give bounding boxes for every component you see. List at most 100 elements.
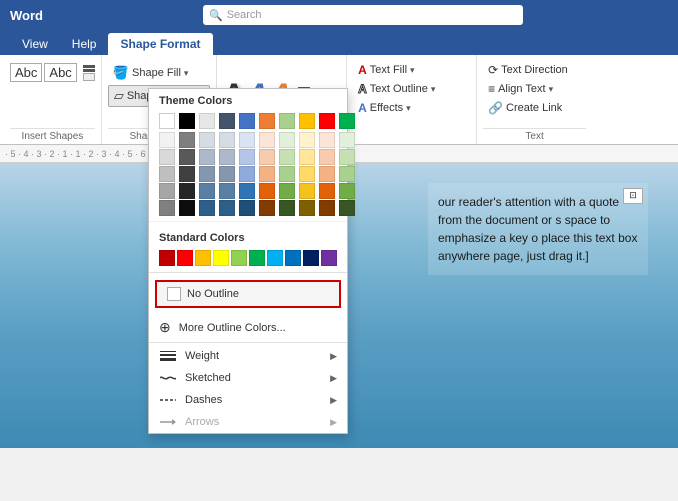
text-fill-arrow: ▾ [410, 65, 415, 76]
text-section: A Text Fill ▾ A Text Outline ▾ A Effects… [347, 55, 477, 144]
shade-swatch[interactable] [179, 200, 195, 216]
shade-swatch[interactable] [159, 200, 175, 216]
shade-swatch[interactable] [259, 166, 275, 182]
shade-swatch[interactable] [299, 132, 315, 148]
shade-swatch[interactable] [159, 183, 175, 199]
theme-color-swatch[interactable] [259, 113, 275, 129]
text-outline-btn[interactable]: A Text Outline ▾ [353, 80, 440, 98]
shade-swatch[interactable] [319, 132, 335, 148]
shade-swatch[interactable] [279, 200, 295, 216]
shape-fill-icon: 🪣 [113, 65, 129, 81]
text-direction-btn[interactable]: ⟳ Text Direction [483, 61, 573, 79]
text-box-handle[interactable]: ⊡ [623, 188, 643, 204]
shade-swatch[interactable] [219, 149, 235, 165]
shade-swatch[interactable] [219, 200, 235, 216]
standard-color-swatch[interactable] [231, 250, 247, 266]
shade-swatch[interactable] [339, 149, 355, 165]
theme-color-swatch[interactable] [219, 113, 235, 129]
shade-swatch[interactable] [279, 166, 295, 182]
shade-swatch[interactable] [219, 132, 235, 148]
arrows-item[interactable]: Arrows ▶ [149, 411, 347, 433]
theme-color-swatch[interactable] [239, 113, 255, 129]
text-box[interactable]: ⊡ our reader's attention with a quote fr… [428, 183, 648, 275]
theme-color-swatch[interactable] [319, 113, 335, 129]
more-outline-colors-item[interactable]: ⊕ More Outline Colors... [149, 315, 347, 340]
sketched-item[interactable]: Sketched ▶ [149, 367, 347, 389]
shade-swatch[interactable] [339, 183, 355, 199]
no-outline-btn[interactable]: No Outline [155, 280, 341, 308]
shade-swatch[interactable] [259, 200, 275, 216]
shade-swatch[interactable] [159, 166, 175, 182]
shade-swatch[interactable] [159, 149, 175, 165]
scroll-expand[interactable] [83, 73, 95, 81]
shade-swatch[interactable] [339, 200, 355, 216]
shade-swatch[interactable] [279, 132, 295, 148]
text-fill-btn[interactable]: A Text Fill ▾ [353, 61, 419, 79]
shade-swatch[interactable] [259, 132, 275, 148]
shade-swatch[interactable] [259, 183, 275, 199]
standard-color-swatch[interactable] [249, 250, 265, 266]
scroll-down[interactable] [83, 69, 95, 72]
text-effects-btn[interactable]: A Effects ▾ [353, 99, 416, 117]
dashes-item[interactable]: Dashes ▶ [149, 389, 347, 411]
shade-swatch[interactable] [239, 166, 255, 182]
align-text-btn[interactable]: ≡ Align Text ▾ [483, 80, 558, 98]
shade-swatch[interactable] [299, 149, 315, 165]
shade-swatch[interactable] [219, 166, 235, 182]
shade-swatch[interactable] [279, 183, 295, 199]
standard-color-swatch[interactable] [195, 250, 211, 266]
shade-swatch[interactable] [179, 132, 195, 148]
standard-color-swatch[interactable] [159, 250, 175, 266]
shade-swatch[interactable] [159, 132, 175, 148]
tab-shape-format[interactable]: Shape Format [108, 33, 212, 55]
shade-swatch[interactable] [199, 183, 215, 199]
shade-swatch[interactable] [319, 166, 335, 182]
theme-color-swatch[interactable] [199, 113, 215, 129]
shade-swatch[interactable] [299, 166, 315, 182]
shape-fill-btn[interactable]: 🪣 Shape Fill ▾ [108, 63, 194, 83]
standard-color-swatch[interactable] [321, 250, 337, 266]
shade-swatch[interactable] [219, 183, 235, 199]
shade-swatch[interactable] [179, 166, 195, 182]
search-placeholder: Search [227, 9, 262, 21]
shade-swatch[interactable] [339, 132, 355, 148]
shade-swatch[interactable] [199, 200, 215, 216]
theme-color-swatch[interactable] [159, 113, 175, 129]
scroll-up[interactable] [83, 65, 95, 68]
shade-swatch[interactable] [299, 183, 315, 199]
theme-colors-title: Theme Colors [149, 89, 347, 111]
standard-color-swatch[interactable] [177, 250, 193, 266]
search-box[interactable]: 🔍 Search [203, 5, 523, 25]
shade-swatch[interactable] [199, 166, 215, 182]
shade-swatch[interactable] [259, 149, 275, 165]
shade-swatch[interactable] [199, 132, 215, 148]
standard-color-swatch[interactable] [213, 250, 229, 266]
theme-color-swatch[interactable] [299, 113, 315, 129]
standard-color-swatch[interactable] [285, 250, 301, 266]
theme-color-swatch[interactable] [179, 113, 195, 129]
shade-swatch[interactable] [319, 149, 335, 165]
create-link-btn[interactable]: 🔗 Create Link [483, 99, 567, 117]
tab-help[interactable]: Help [60, 33, 109, 55]
weight-item[interactable]: Weight ▶ [149, 345, 347, 367]
shade-swatch[interactable] [319, 200, 335, 216]
shade-swatch[interactable] [239, 200, 255, 216]
shade-swatch[interactable] [299, 200, 315, 216]
shade-swatch[interactable] [179, 183, 195, 199]
shade-swatch[interactable] [239, 132, 255, 148]
theme-color-swatch[interactable] [339, 113, 355, 129]
shade-swatch[interactable] [199, 149, 215, 165]
shade-swatch[interactable] [339, 166, 355, 182]
abc-style-2[interactable]: Abc [44, 63, 76, 82]
standard-color-swatch[interactable] [303, 250, 319, 266]
shade-swatch[interactable] [239, 183, 255, 199]
theme-color-swatch[interactable] [279, 113, 295, 129]
shade-swatch[interactable] [239, 149, 255, 165]
shade-swatch[interactable] [179, 149, 195, 165]
standard-color-swatch[interactable] [267, 250, 283, 266]
shade-swatch[interactable] [319, 183, 335, 199]
tab-view[interactable]: View [10, 33, 60, 55]
abc-style-1[interactable]: Abc [10, 63, 42, 82]
shade-swatch[interactable] [279, 149, 295, 165]
standard-colors-title: Standard Colors [149, 226, 347, 248]
